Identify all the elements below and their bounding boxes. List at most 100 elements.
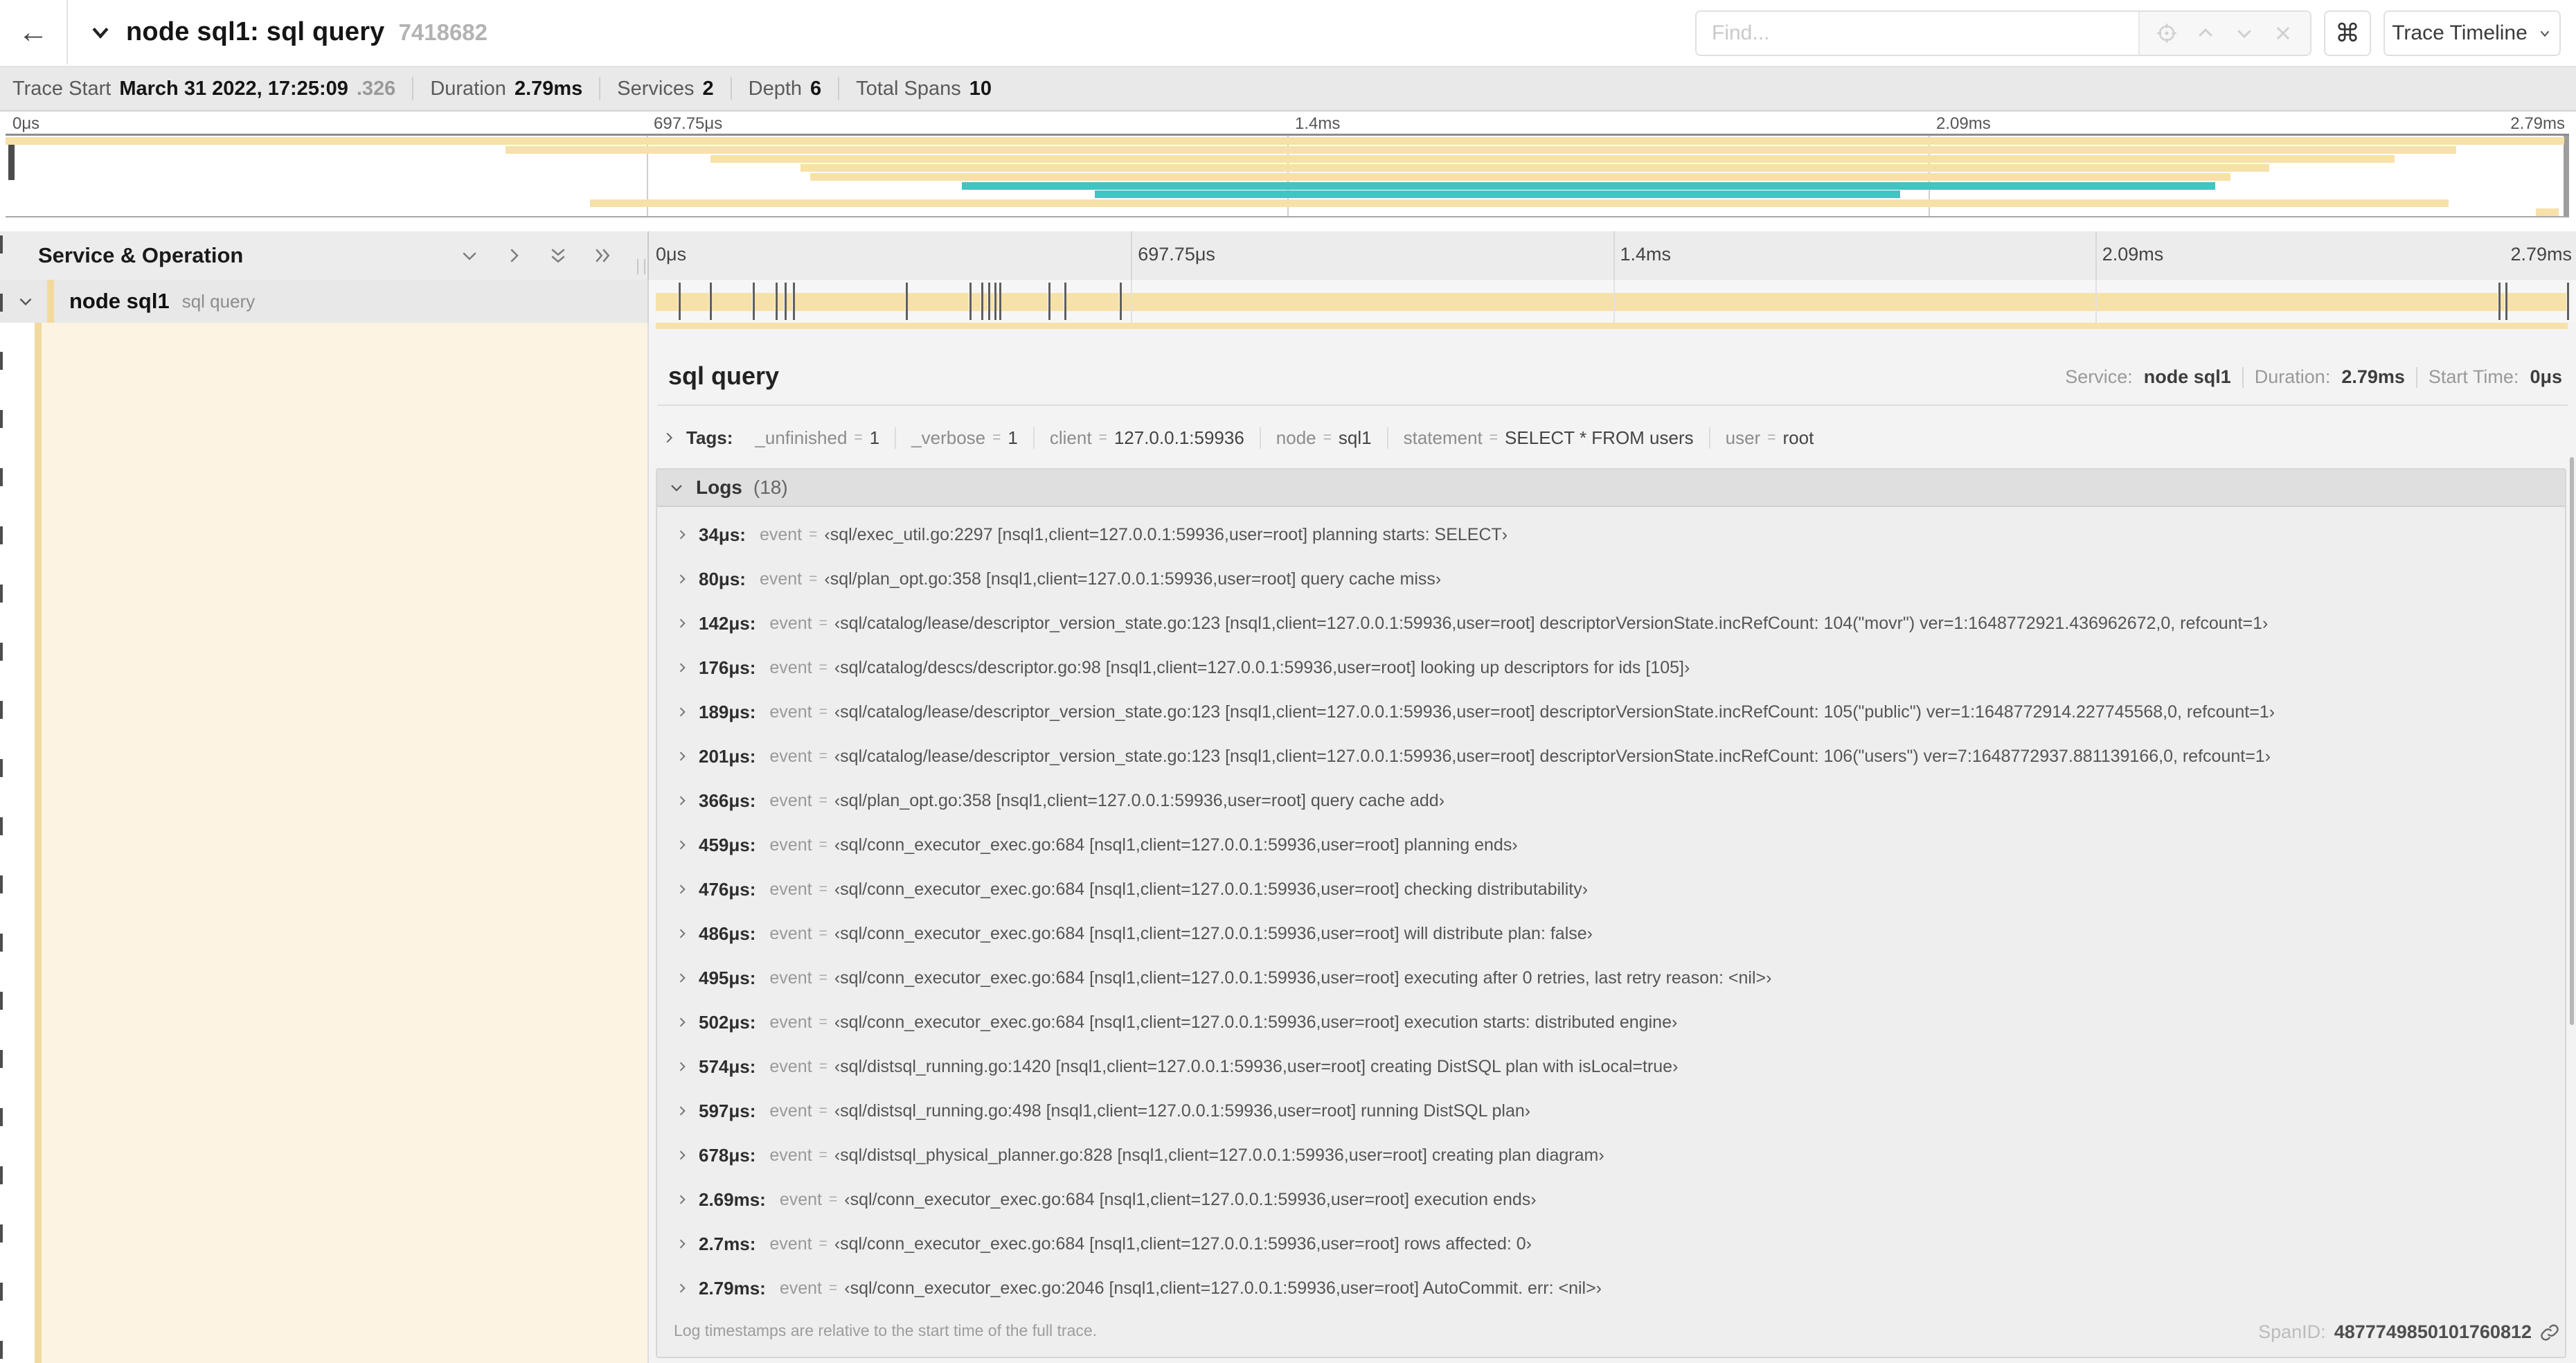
log-marker	[1063, 283, 1066, 320]
expand-one-button[interactable]	[458, 244, 481, 267]
log-key: event	[769, 923, 812, 943]
minimap-span	[1095, 190, 1900, 199]
log-entry[interactable]: 597μs: event = ‹sql/distsql_running.go:498 …	[657, 1089, 2565, 1133]
service-operation-header: Service & Operation	[0, 231, 647, 280]
trace-summary-bar: Trace Start March 31 2022, 17:25:09.326 …	[0, 67, 2576, 112]
log-marker	[905, 283, 909, 320]
chevron-right-icon	[675, 1104, 689, 1118]
duration-value: 2.79ms	[2341, 366, 2405, 387]
log-time: 597μs:	[699, 1100, 756, 1121]
match-target-icon[interactable]	[2155, 21, 2179, 45]
log-entry[interactable]: 2.69ms: event = ‹sql/conn_executor_exec.go:…	[657, 1177, 2565, 1222]
log-entry[interactable]: 189μs: event = ‹sql/catalog/lease/descripto…	[657, 690, 2565, 734]
tags-label: Tags:	[686, 427, 733, 448]
log-entry[interactable]: 459μs: event = ‹sql/conn_executor_exec.go:6…	[657, 823, 2565, 867]
log-value: ‹sql/conn_executor_exec.go:684 [nsql1,cl…	[834, 879, 1589, 899]
log-time: 142μs:	[699, 612, 756, 634]
log-entry[interactable]: 678μs: event = ‹sql/distsql_physical_planne…	[657, 1133, 2565, 1177]
minimap-canvas[interactable]	[6, 134, 2569, 217]
trace-start-label: Trace Start	[12, 77, 111, 100]
find-box	[1695, 10, 2311, 56]
log-entry[interactable]: 476μs: event = ‹sql/conn_executor_exec.go:6…	[657, 867, 2565, 911]
expand-all-button[interactable]	[546, 244, 570, 267]
logs-header[interactable]: Logs (18)	[657, 470, 2565, 507]
log-marker	[677, 283, 681, 320]
log-key: event	[769, 1233, 812, 1254]
log-equals: =	[819, 970, 828, 986]
log-entry[interactable]: 201μs: event = ‹sql/catalog/lease/descripto…	[657, 734, 2565, 778]
log-entry[interactable]: 486μs: event = ‹sql/conn_executor_exec.go:6…	[657, 911, 2565, 956]
timeline-grid-header: Service & Operation 0μs 697.75μs 1.4ms 2.09…	[0, 231, 2576, 281]
log-equals: =	[819, 748, 828, 764]
grid-line	[2095, 280, 2097, 323]
log-value: ‹sql/distsql_physical_planner.go:828 [ns…	[834, 1145, 1604, 1165]
tag-value: 127.0.0.1:59936	[1113, 427, 1244, 448]
chevron-right-icon	[675, 528, 689, 542]
log-value: ‹sql/conn_executor_exec.go:684 [nsql1,cl…	[834, 1233, 1532, 1254]
chevron-down-icon	[668, 479, 685, 496]
find-prev-button[interactable]	[2194, 21, 2217, 45]
log-value: ‹sql/distsql_running.go:498 [nsql1,clien…	[834, 1101, 1531, 1121]
log-entry[interactable]: 34μs: event = ‹sql/exec_util.go:2297 [nsql1…	[657, 513, 2565, 557]
collapse-one-button[interactable]	[502, 244, 526, 267]
log-entry[interactable]: 495μs: event = ‹sql/conn_executor_exec.go:6…	[657, 956, 2565, 1000]
services-label: Services	[617, 77, 695, 100]
log-marker	[993, 283, 996, 320]
log-time: 34μs:	[699, 524, 746, 545]
span-row-label[interactable]: node sql1 sql query	[0, 280, 647, 323]
log-entry[interactable]: 176μs: event = ‹sql/catalog/descs/descripto…	[657, 645, 2565, 690]
chevron-up-icon	[2199, 28, 2212, 37]
start-time-value: 0μs	[2530, 366, 2562, 387]
log-entry[interactable]: 2.79ms: event = ‹sql/conn_executor_exec.go:…	[657, 1266, 2565, 1310]
command-icon: ⌘	[2335, 19, 2360, 48]
grid-line	[1613, 231, 1615, 280]
find-clear-button[interactable]	[2271, 21, 2295, 45]
tag-key: node	[1276, 427, 1316, 448]
chevron-right-icon	[675, 1148, 689, 1162]
tags-row[interactable]: Tags: _unfinished = 1 _verbose = 1 client = 127.…	[661, 418, 2562, 457]
log-key: event	[759, 524, 803, 544]
chevron-right-icon	[661, 430, 677, 445]
close-icon	[2276, 26, 2290, 40]
log-entry[interactable]: 80μs: event = ‹sql/plan_opt.go:358 [nsql1,c…	[657, 557, 2565, 601]
log-value: ‹sql/conn_executor_exec.go:684 [nsql1,cl…	[834, 1012, 1678, 1032]
tag-item: _unfinished = 1	[740, 427, 895, 449]
tag-value: 1	[1008, 427, 1018, 448]
log-marker	[981, 283, 984, 320]
log-entry[interactable]: 574μs: event = ‹sql/distsql_running.go:1420…	[657, 1044, 2565, 1089]
back-button[interactable]: ←	[0, 0, 68, 64]
tick-label: 2.79ms	[2510, 244, 2572, 265]
find-input[interactable]	[1697, 12, 2138, 55]
log-equals: =	[809, 571, 818, 587]
left-scrollbar[interactable]	[0, 235, 3, 1363]
vertical-scrollbar-thumb[interactable]	[2570, 457, 2574, 1025]
service-color-band	[35, 323, 42, 1363]
chevron-right-icon	[675, 1015, 689, 1029]
log-entry[interactable]: 142μs: event = ‹sql/catalog/lease/descripto…	[657, 601, 2565, 645]
find-next-button[interactable]	[2233, 21, 2256, 45]
tag-key: statement	[1403, 427, 1483, 448]
grid-line	[1131, 231, 1133, 280]
log-entry[interactable]: 502μs: event = ‹sql/conn_executor_exec.go:6…	[657, 1000, 2565, 1044]
span-duration-bar[interactable]	[656, 293, 2568, 311]
total-spans-label: Total Spans	[856, 77, 961, 100]
deep-link-icon[interactable]	[2540, 1323, 2559, 1342]
log-key: event	[769, 968, 812, 988]
log-equals: =	[809, 526, 818, 542]
view-selector-dropdown[interactable]: Trace Timeline	[2383, 10, 2561, 56]
tick-label: 697.75μs	[654, 114, 723, 133]
chevron-right-icon	[510, 249, 519, 262]
keyboard-shortcuts-button[interactable]: ⌘	[2324, 10, 2371, 56]
log-entry[interactable]: 2.7ms: event = ‹sql/conn_executor_exec.go:6…	[657, 1222, 2565, 1266]
minimap-right-drag-handle[interactable]	[2564, 136, 2569, 216]
chevron-right-icon	[675, 661, 689, 675]
log-marker	[998, 283, 1001, 320]
collapse-all-button[interactable]	[591, 244, 614, 267]
log-entry[interactable]: 366μs: event = ‹sql/plan_opt.go:358 [nsql1,…	[657, 778, 2565, 823]
trace-collapse-chevron[interactable]	[89, 21, 112, 44]
span-collapse-chevron[interactable]	[17, 292, 35, 310]
column-resizer[interactable]	[637, 259, 645, 274]
log-equals: =	[819, 659, 828, 675]
log-key: event	[769, 835, 812, 855]
span-detail-header[interactable]: sql query Service: node sql1 Duration: 2.7…	[668, 348, 2562, 391]
